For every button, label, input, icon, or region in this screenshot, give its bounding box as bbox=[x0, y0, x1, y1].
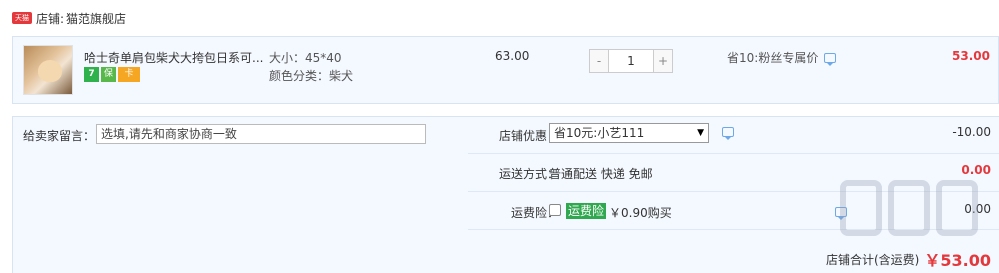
guarantee-icon: 保 bbox=[101, 67, 116, 82]
coupon-discount-amount: -10.00 bbox=[952, 125, 991, 139]
product-title-link[interactable]: 哈士奇单肩包柴犬大挎包日系可... bbox=[84, 49, 266, 66]
shipping-label: 运送方式： bbox=[498, 167, 559, 181]
shipping-method: 普通配送 快递 免邮 bbox=[549, 167, 653, 181]
quantity-decrease-button[interactable]: - bbox=[589, 49, 609, 73]
tmall-logo-icon: 天猫 bbox=[12, 12, 32, 24]
insurance-checkbox[interactable] bbox=[549, 204, 561, 216]
insurance-label: 运费险： bbox=[510, 206, 559, 220]
quantity-increase-button[interactable]: + bbox=[653, 49, 673, 73]
item-promo: 省10:粉丝专属价 bbox=[727, 49, 837, 66]
promo-text: 省10:粉丝专属价 bbox=[727, 51, 819, 65]
item-subtotal: 53.00 bbox=[952, 49, 990, 63]
coupon-chat-icon[interactable] bbox=[722, 127, 734, 140]
divider bbox=[468, 153, 999, 154]
shop-label: 店铺: bbox=[36, 11, 65, 26]
shipping-amount: 0.00 bbox=[961, 163, 991, 177]
cart-item-row: 哈士奇单肩包柴犬大挎包日系可... 7 保 卡 大小：45*40 颜色分类：柴犬… bbox=[12, 36, 999, 104]
unit-price: 63.00 bbox=[495, 49, 530, 63]
insurance-price: ￥0.90购买 bbox=[609, 206, 672, 220]
shop-name-link[interactable]: 猫范旗舰店 bbox=[66, 10, 126, 27]
watermark-glyph bbox=[840, 180, 882, 236]
sku-size: 大小：45*40 bbox=[269, 51, 342, 65]
sku-info: 大小：45*40 颜色分类：柴犬 bbox=[269, 49, 353, 85]
dog-face-image bbox=[38, 60, 62, 82]
seller-message-input[interactable]: 选填,请先和商家协商一致 bbox=[96, 124, 426, 144]
chat-bubble-icon[interactable] bbox=[824, 52, 837, 66]
credit-card-icon: 卡 bbox=[118, 67, 140, 82]
service-badges: 7 保 卡 bbox=[84, 67, 140, 82]
watermark-logo bbox=[840, 180, 990, 260]
sku-color: 颜色分类：柴犬 bbox=[269, 69, 354, 83]
watermark-glyph bbox=[888, 180, 930, 236]
quantity-stepper: - 1 + bbox=[589, 49, 673, 73]
shop-header: 天猫 店铺: 猫范旗舰店 bbox=[0, 0, 999, 36]
coupon-selected-value: 省10元:小艺111 bbox=[554, 126, 645, 140]
coupon-label: 店铺优惠： bbox=[498, 129, 559, 143]
message-label: 给卖家留言： bbox=[23, 129, 96, 143]
dropdown-arrow-icon: ▼ bbox=[697, 128, 704, 138]
product-thumbnail[interactable] bbox=[23, 45, 73, 95]
seven-day-return-icon: 7 bbox=[84, 67, 99, 82]
quantity-input[interactable]: 1 bbox=[609, 49, 653, 73]
insurance-tag: 运费险 bbox=[566, 203, 607, 219]
watermark-glyph bbox=[936, 180, 978, 236]
coupon-select[interactable]: 省10元:小艺111 ▼ bbox=[549, 123, 709, 143]
